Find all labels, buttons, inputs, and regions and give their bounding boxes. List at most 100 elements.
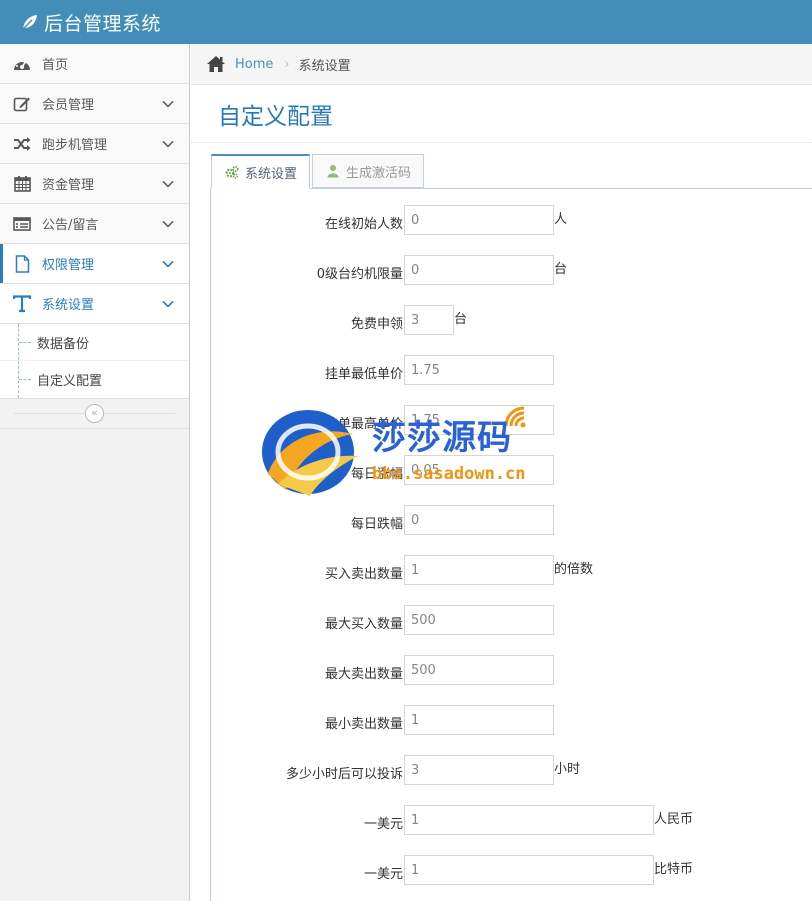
sidebar-item-settings[interactable]: 系统设置 bbox=[0, 284, 189, 324]
field-label: 最小卖出数量 bbox=[324, 717, 403, 732]
list-icon bbox=[12, 214, 32, 234]
chevron-down-icon bbox=[162, 180, 174, 188]
field-label: 多少小时后可以投诉 bbox=[285, 767, 403, 782]
tab-label: 生成激活码 bbox=[346, 165, 412, 181]
settings-form: 在线初始人数 人 0级台约机限量 台 免费申领 台 挂单最低单价 挂单最高单价 … bbox=[210, 188, 812, 901]
field-label: 挂单最高单价 bbox=[324, 417, 403, 432]
breadcrumb-separator: › bbox=[284, 56, 290, 72]
sidebar-item-label: 权限管理 bbox=[42, 258, 95, 273]
sidebar-item-label: 会员管理 bbox=[42, 98, 95, 113]
edit-icon bbox=[12, 94, 32, 114]
form-row: 最大买入数量 bbox=[211, 605, 811, 635]
form-row: 0级台约机限量 台 bbox=[211, 255, 811, 285]
field-label: 在线初始人数 bbox=[324, 217, 403, 232]
breadcrumb-current: 系统设置 bbox=[298, 58, 351, 74]
sidebar-item-notice[interactable]: 公告/留言 bbox=[0, 204, 189, 244]
home-icon bbox=[207, 56, 225, 72]
sidebar-item-label: 首页 bbox=[42, 58, 69, 73]
form-row: 最小卖出数量 bbox=[211, 705, 811, 735]
form-row: 多少小时后可以投诉 小时 bbox=[211, 755, 811, 785]
field-label: 0级台约机限量 bbox=[316, 267, 403, 282]
field-unit: 台 bbox=[454, 312, 468, 327]
field-unit: 比特币 bbox=[654, 862, 694, 877]
chevron-down-icon bbox=[162, 220, 174, 228]
form-row: 买入卖出数量 的倍数 bbox=[211, 555, 811, 585]
tab-generate-activation-code[interactable]: 生成激活码 bbox=[312, 154, 425, 188]
chevron-down-icon bbox=[162, 260, 174, 268]
main-content: Home › 系统设置 自定义配置 系统设置 生成激活码 在线初始人数 人 0级… bbox=[191, 44, 812, 901]
shuffle-icon bbox=[12, 134, 32, 154]
form-row: 挂单最低单价 bbox=[211, 355, 811, 385]
daily-fall-input[interactable] bbox=[404, 505, 554, 535]
top-navbar: 后台管理系统 bbox=[0, 0, 812, 44]
usd-to-btc-input[interactable] bbox=[404, 855, 654, 885]
calendar-icon bbox=[12, 174, 32, 194]
field-label: 一美元 bbox=[363, 867, 403, 882]
submenu-item-backup[interactable]: 数据备份 bbox=[0, 324, 189, 361]
sidebar-item-permissions[interactable]: 权限管理 bbox=[0, 244, 189, 284]
form-row: 在线初始人数 人 bbox=[211, 205, 811, 235]
dashboard-icon bbox=[12, 54, 32, 74]
chevron-down-icon bbox=[162, 100, 174, 108]
max-sell-quantity-input[interactable] bbox=[404, 655, 554, 685]
tab-bar: 系统设置 生成激活码 bbox=[211, 154, 426, 189]
min-order-price-input[interactable] bbox=[404, 355, 554, 385]
chevron-down-icon bbox=[162, 140, 174, 148]
field-label: 最大买入数量 bbox=[324, 617, 403, 632]
online-initial-count-input[interactable] bbox=[404, 205, 554, 235]
field-label: 挂单最低单价 bbox=[324, 367, 403, 382]
form-row: 最大卖出数量 bbox=[211, 655, 811, 685]
form-row: 免费申领 台 bbox=[211, 305, 811, 335]
form-row: 每日涨幅 bbox=[211, 455, 811, 485]
form-row: 一美元 比特币 bbox=[211, 855, 811, 885]
trade-multiple-input[interactable] bbox=[404, 555, 554, 585]
min-sell-quantity-input[interactable] bbox=[404, 705, 554, 735]
level0-machine-limit-input[interactable] bbox=[404, 255, 554, 285]
file-icon bbox=[12, 254, 32, 274]
field-label: 买入卖出数量 bbox=[324, 567, 403, 582]
sidebar-item-label: 系统设置 bbox=[42, 298, 95, 313]
field-label: 一美元 bbox=[363, 817, 403, 832]
submenu-item-custom-config[interactable]: 自定义配置 bbox=[0, 361, 189, 398]
field-unit: 人民币 bbox=[654, 812, 694, 827]
sidebar-item-label: 跑步机管理 bbox=[42, 138, 108, 153]
cogs-icon bbox=[225, 165, 239, 179]
form-row: 一美元 人民币 bbox=[211, 805, 811, 835]
max-order-price-input[interactable] bbox=[404, 405, 554, 435]
breadcrumb-home-link[interactable]: Home bbox=[235, 57, 273, 72]
form-row: 挂单最高单价 bbox=[211, 405, 811, 435]
complaint-hours-input[interactable] bbox=[404, 755, 554, 785]
field-unit: 台 bbox=[554, 262, 568, 277]
free-claim-input[interactable] bbox=[404, 305, 454, 335]
breadcrumb: Home › 系统设置 bbox=[191, 44, 812, 85]
sidebar-item-label: 公告/留言 bbox=[42, 218, 99, 233]
settings-submenu: 数据备份 自定义配置 bbox=[0, 324, 189, 399]
sidebar-item-members[interactable]: 会员管理 bbox=[0, 84, 189, 124]
sidebar-item-funds[interactable]: 资金管理 bbox=[0, 164, 189, 204]
sidebar-collapse-bar: « bbox=[0, 399, 189, 429]
form-row: 每日跌幅 bbox=[211, 505, 811, 535]
chevron-down-icon bbox=[162, 300, 174, 308]
tab-label: 系统设置 bbox=[245, 166, 298, 182]
field-label: 每日跌幅 bbox=[350, 517, 403, 532]
text-icon bbox=[12, 294, 32, 314]
user-icon bbox=[327, 165, 339, 178]
field-label: 免费申领 bbox=[350, 317, 403, 332]
daily-rise-input[interactable] bbox=[404, 455, 554, 485]
field-label: 最大卖出数量 bbox=[324, 667, 403, 682]
collapse-icon[interactable]: « bbox=[85, 404, 104, 423]
page-header: 自定义配置 bbox=[191, 85, 812, 143]
sidebar: 首页 会员管理 跑步机管理 资金管理 公告/留言 权限管理 系统设置 数据备份 … bbox=[0, 44, 190, 901]
page-title: 自定义配置 bbox=[218, 103, 333, 130]
sidebar-item-label: 资金管理 bbox=[42, 178, 95, 193]
sidebar-item-treadmill[interactable]: 跑步机管理 bbox=[0, 124, 189, 164]
field-unit: 小时 bbox=[554, 762, 581, 777]
field-unit: 的倍数 bbox=[554, 562, 594, 577]
leaf-icon bbox=[22, 15, 37, 30]
app-title[interactable]: 后台管理系统 bbox=[44, 9, 161, 36]
tab-system-settings[interactable]: 系统设置 bbox=[211, 154, 311, 189]
usd-to-rmb-input[interactable] bbox=[404, 805, 654, 835]
max-buy-quantity-input[interactable] bbox=[404, 605, 554, 635]
field-unit: 人 bbox=[554, 212, 568, 227]
sidebar-item-home[interactable]: 首页 bbox=[0, 44, 189, 84]
